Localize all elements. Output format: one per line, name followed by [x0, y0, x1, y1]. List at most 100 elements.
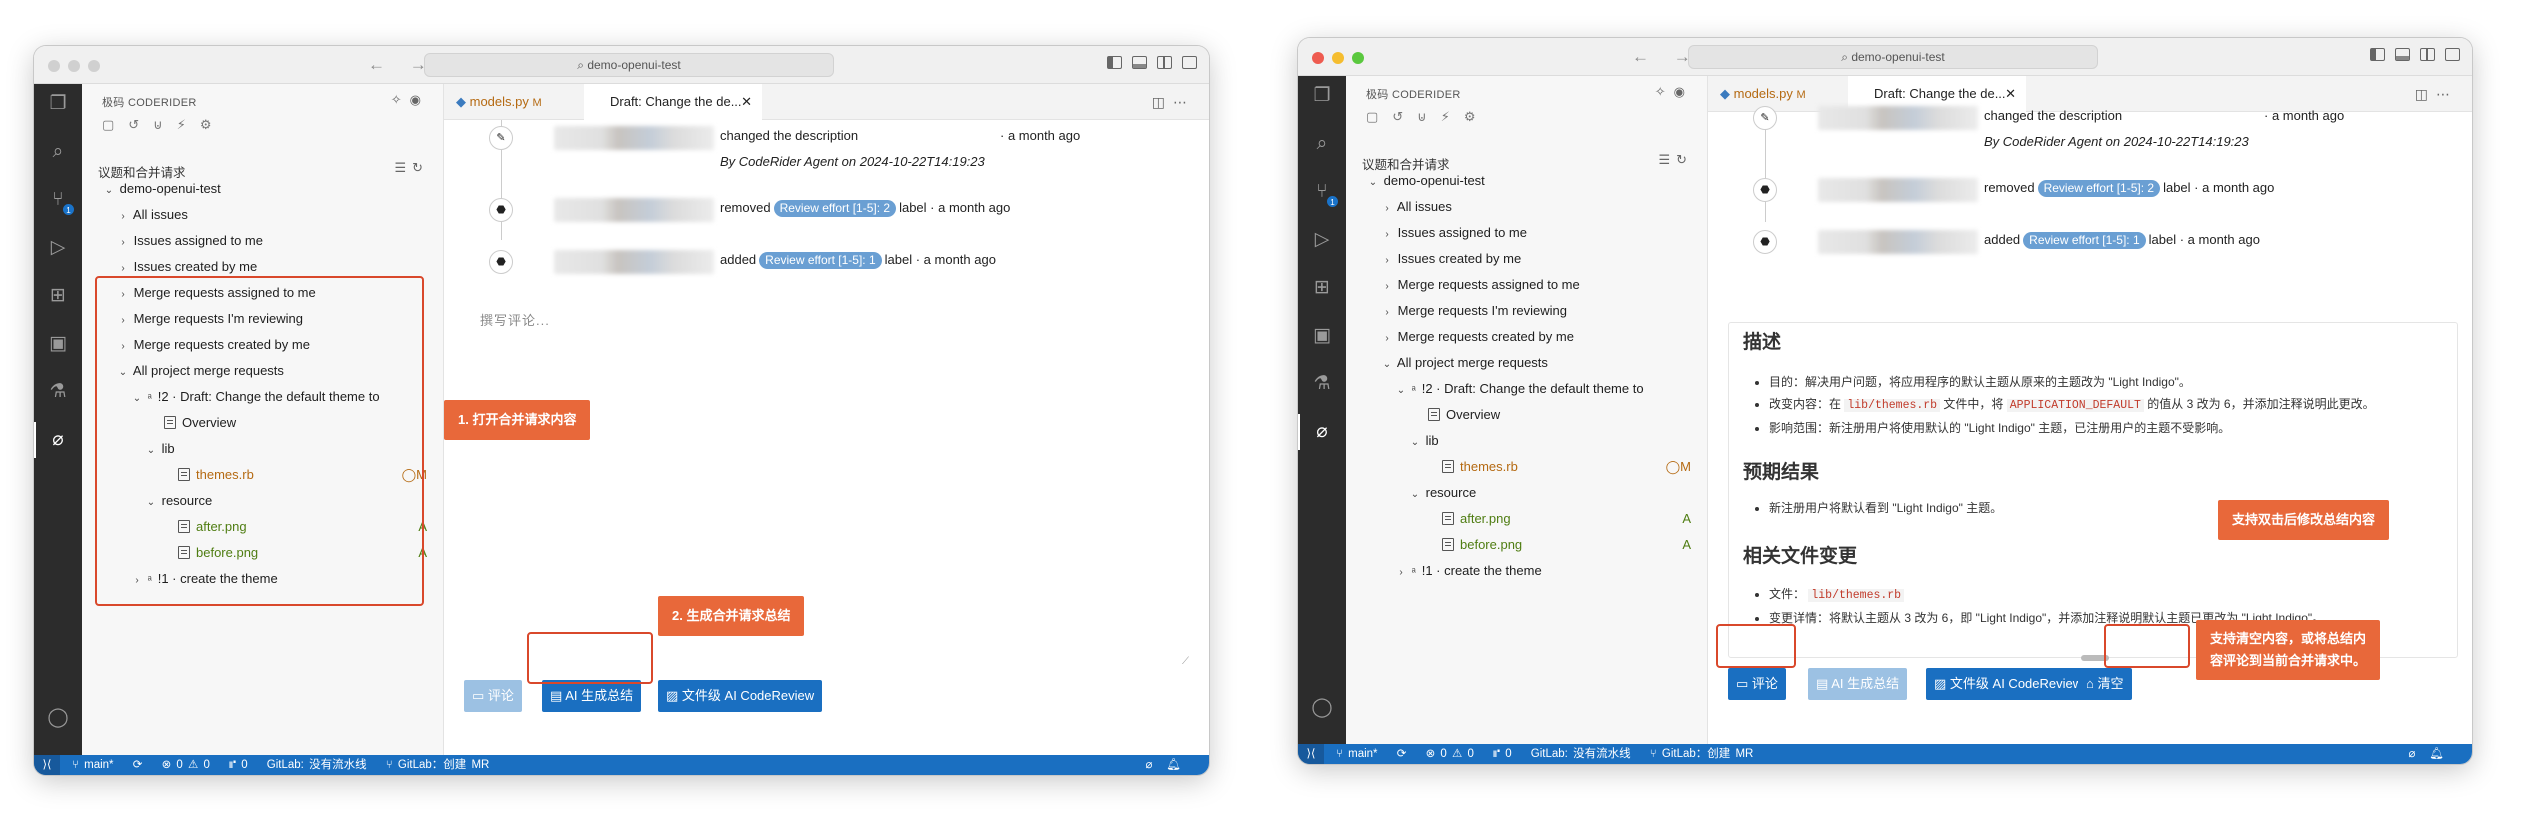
tree-item-overview[interactable]: Overview [1346, 402, 1707, 428]
tree-item-all-issues[interactable]: › All issues [1346, 194, 1707, 220]
toggle-secondary-sidebar-icon[interactable] [1157, 56, 1172, 69]
tree-item-all-issues[interactable]: › All issues [82, 202, 443, 228]
minimize-window-button[interactable] [1332, 52, 1344, 64]
repo-node[interactable]: ⌄ demo-openui-test [1346, 168, 1707, 194]
chat-icon[interactable]: ▢ [1366, 109, 1392, 124]
ai-summary-button[interactable]: ▤ AI 生成总结 [1808, 668, 1908, 700]
explorer-icon[interactable]: ❐ [1310, 84, 1334, 108]
clear-button[interactable]: ⌂ 清空 [2078, 668, 2132, 700]
ai-summary-editor[interactable]: 描述 目的：解决用户问题，将应用程序的默认主题从原来的主题改为 "Light I… [1728, 322, 2458, 661]
coderider-icon[interactable]: ⌀ [34, 422, 70, 458]
more-actions-icon[interactable]: ⋯ [1173, 94, 1195, 110]
refresh-icon[interactable]: ↻ [1676, 152, 1693, 167]
problems-status[interactable]: ⊗ 0 ⚠ 0 [1426, 748, 1474, 760]
testing-icon[interactable]: ⚗ [46, 380, 70, 404]
extensions-icon[interactable]: ⊞ [1310, 276, 1334, 300]
notifications-bell-icon[interactable]: 🔔︎ [2429, 748, 2458, 760]
split-editor-icon[interactable]: ◫ [1152, 94, 1173, 110]
branch-status[interactable]: ⑂ main* ⟳ [1336, 748, 1406, 760]
notifications-bell-icon[interactable]: 🔔︎ [1166, 759, 1195, 771]
account-icon[interactable]: ◉ [1674, 84, 1693, 99]
ports-status[interactable]: ⑈ 0 [229, 759, 248, 771]
branch-status[interactable]: ⑂ main* ⟳ [72, 759, 142, 771]
pipeline-status[interactable]: GitLab: 没有流水线 [1531, 748, 1631, 760]
toggle-sidebar-icon[interactable] [2370, 48, 2385, 61]
account-icon[interactable]: ◉ [410, 92, 429, 107]
search-icon[interactable]: ⌕ [1310, 132, 1334, 156]
filter-icon[interactable]: ☰ [1658, 152, 1676, 167]
tree-item-issues-assigned[interactable]: › Issues assigned to me [1346, 220, 1707, 246]
run-debug-icon[interactable]: ▷ [1310, 228, 1334, 252]
remote-icon[interactable]: ⟩⟨ [34, 755, 60, 775]
coderider-status-icon[interactable]: ⌀ [1145, 759, 1166, 771]
toggle-panel-icon[interactable] [2395, 48, 2410, 61]
problems-status[interactable]: ⊗ 0 ⚠ 0 [162, 759, 210, 771]
remote-explorer-icon[interactable]: ▣ [1310, 324, 1334, 348]
close-tab-icon[interactable]: ✕ [2005, 76, 2016, 112]
history-icon[interactable]: ↺ [1392, 109, 1417, 124]
coderider-status-icon[interactable]: ⌀ [2408, 748, 2429, 760]
toggle-sidebar-icon[interactable] [1107, 56, 1122, 69]
create-mr-status[interactable]: ⑂ GitLab：创建 MR [1650, 748, 1768, 760]
pipeline-status[interactable]: GitLab: 没有流水线 [267, 759, 367, 771]
settings-sparkle-icon[interactable]: ✧ [1655, 84, 1674, 99]
tab-models-py[interactable]: ◆ models.py M [444, 84, 554, 120]
search-icon[interactable]: ⌕ [46, 140, 70, 164]
tree-item-issues-assigned[interactable]: › Issues assigned to me [82, 228, 443, 254]
command-center[interactable]: ⌕ demo-openui-test [424, 53, 834, 77]
history-icon[interactable]: ↺ [128, 117, 153, 132]
mr-icon[interactable]: ⊍ [1417, 109, 1441, 124]
tree-item-mr-created[interactable]: › Merge requests created by me [1346, 324, 1707, 350]
accounts-icon[interactable]: ◯ [1310, 696, 1334, 720]
source-control-icon[interactable]: ⑂ 1 [46, 188, 75, 216]
close-tab-icon[interactable]: ✕ [741, 84, 752, 120]
customize-layout-icon[interactable] [1182, 56, 1197, 69]
bolt-icon[interactable]: ⚡ [1441, 109, 1464, 124]
explorer-icon[interactable]: ❐ [46, 92, 70, 116]
tree-item-mr-reviewing[interactable]: › Merge requests I'm reviewing [1346, 298, 1707, 324]
chat-icon[interactable]: ▢ [102, 117, 128, 132]
tree-item-themes[interactable]: themes.rb ◯M [1346, 454, 1707, 480]
extensions-icon[interactable]: ⊞ [46, 284, 70, 308]
tree-item-lib[interactable]: ⌄ lib [1346, 428, 1707, 454]
settings-sparkle-icon[interactable]: ✧ [391, 92, 410, 107]
tree-item-before[interactable]: before.png A [1346, 532, 1707, 558]
settings-icon[interactable]: ⚙ [200, 117, 226, 132]
run-debug-icon[interactable]: ▷ [46, 236, 70, 260]
remote-explorer-icon[interactable]: ▣ [46, 332, 70, 356]
tree-item-mr2[interactable]: ⌄ ᵃ !2 · Draft: Change the default theme … [1346, 376, 1707, 402]
split-editor-icon[interactable]: ◫ [2415, 86, 2436, 102]
remote-icon[interactable]: ⟩⟨ [1298, 744, 1324, 764]
command-center[interactable]: ⌕ demo-openui-test [1688, 45, 2098, 69]
tree-item-mr1[interactable]: › ᵃ !1 · create the theme [1346, 558, 1707, 584]
tree-item-all-mr[interactable]: ⌄ All project merge requests [1346, 350, 1707, 376]
tree-item-issues-created[interactable]: › Issues created by me [1346, 246, 1707, 272]
close-window-button[interactable] [48, 60, 60, 72]
comment-button[interactable]: ▭ 评论 [464, 680, 522, 712]
zoom-window-button[interactable] [88, 60, 100, 72]
minimize-window-button[interactable] [68, 60, 80, 72]
file-codereview-button[interactable]: ▨ 文件级 AI CodeReview [658, 680, 823, 712]
comment-input[interactable]: 撰写评论... [480, 310, 550, 329]
toggle-panel-icon[interactable] [1132, 56, 1147, 69]
repo-node[interactable]: ⌄ demo-openui-test [82, 176, 443, 202]
toggle-secondary-sidebar-icon[interactable] [2420, 48, 2435, 61]
tree-item-resource[interactable]: ⌄ resource [1346, 480, 1707, 506]
customize-layout-icon[interactable] [2445, 48, 2460, 61]
close-window-button[interactable] [1312, 52, 1324, 64]
zoom-window-button[interactable] [1352, 52, 1364, 64]
more-actions-icon[interactable]: ⋯ [2436, 86, 2458, 102]
settings-icon[interactable]: ⚙ [1464, 109, 1490, 124]
resize-handle-icon[interactable]: ⟋ [1182, 656, 1189, 667]
refresh-icon[interactable]: ↻ [412, 160, 429, 175]
file-codereview-button[interactable]: ▨ 文件级 AI CodeReview [1926, 668, 2091, 700]
tab-draft-mr[interactable]: Draft: Change the de... ✕ [584, 84, 762, 120]
tree-item-after[interactable]: after.png A [1346, 506, 1707, 532]
mr-icon[interactable]: ⊍ [153, 117, 177, 132]
accounts-icon[interactable]: ◯ [46, 706, 70, 730]
source-control-icon[interactable]: ⑂ 1 [1310, 180, 1339, 208]
ai-summary-button[interactable]: ▤ AI 生成总结 [542, 680, 642, 712]
filter-icon[interactable]: ☰ [394, 160, 412, 175]
create-mr-status[interactable]: ⑂ GitLab：创建 MR [386, 759, 504, 771]
coderider-icon[interactable]: ⌀ [1298, 414, 1334, 450]
